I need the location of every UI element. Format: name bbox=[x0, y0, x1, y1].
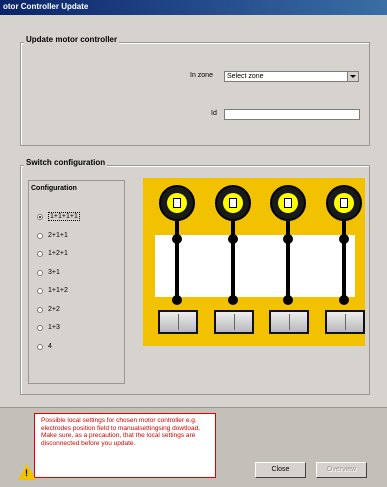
title-bar: otor Controller Update bbox=[0, 0, 387, 15]
update-button[interactable]: Overview bbox=[316, 462, 367, 478]
radio-button[interactable] bbox=[37, 251, 43, 257]
wheel-hub bbox=[229, 198, 237, 208]
switch-configuration-group-title: Switch configuration bbox=[24, 158, 108, 167]
radio-button[interactable] bbox=[37, 288, 43, 294]
diagram-white-panel bbox=[155, 235, 355, 297]
connector-dot bbox=[283, 234, 293, 244]
zone-label: In zone bbox=[190, 72, 213, 79]
warning-message: Possible local settings for chosen motor… bbox=[34, 413, 216, 478]
connector-dot bbox=[339, 234, 349, 244]
motor-wheel-icon bbox=[215, 185, 251, 221]
configuration-option-label: 2+2 bbox=[48, 305, 60, 313]
motor-rod bbox=[286, 220, 290, 302]
motor-rod bbox=[342, 220, 346, 302]
connector-dot bbox=[172, 295, 182, 305]
configuration-option-label: 3+1 bbox=[48, 268, 60, 276]
configuration-option-label: 1+1+2 bbox=[48, 287, 68, 294]
switch-icon[interactable] bbox=[325, 310, 365, 334]
wheel-hub bbox=[340, 198, 348, 208]
connector-dot bbox=[228, 295, 238, 305]
radio-button[interactable] bbox=[37, 306, 43, 313]
radio-button[interactable] bbox=[37, 214, 43, 220]
radio-button[interactable] bbox=[37, 343, 43, 350]
configuration-option-label: 1+2+1 bbox=[48, 250, 68, 257]
motor-wheel-icon bbox=[326, 185, 362, 221]
radio-button[interactable] bbox=[37, 325, 43, 331]
connector-dot bbox=[339, 295, 349, 305]
configuration-option-label: 1+3 bbox=[48, 324, 60, 331]
motor-switch-diagram bbox=[143, 178, 365, 346]
motor-rod bbox=[175, 220, 179, 302]
close-button[interactable]: Close bbox=[255, 462, 306, 478]
configuration-option-label: 1+1+1+1 bbox=[48, 212, 80, 221]
motor-rod bbox=[231, 220, 235, 302]
radio-button[interactable] bbox=[37, 232, 43, 239]
wheel-hub bbox=[173, 198, 181, 208]
connector-dot bbox=[283, 295, 293, 305]
switch-icon[interactable] bbox=[214, 310, 254, 334]
zone-select[interactable]: Select zone bbox=[224, 71, 359, 82]
configuration-title: Configuration bbox=[29, 185, 79, 192]
chevron-down-icon[interactable] bbox=[347, 72, 358, 81]
wheel-hub bbox=[284, 198, 292, 208]
warning-icon: ! bbox=[18, 464, 36, 480]
motor-wheel-icon bbox=[159, 185, 195, 221]
radio-button[interactable] bbox=[37, 269, 43, 276]
connector-dot bbox=[228, 234, 238, 244]
id-label: Id bbox=[211, 110, 217, 117]
configuration-option-label: 2+1+1 bbox=[48, 231, 68, 239]
motor-wheel-icon bbox=[270, 185, 306, 221]
switch-icon[interactable] bbox=[158, 310, 198, 334]
configuration-option-label: 4 bbox=[48, 342, 52, 350]
update-controller-group bbox=[20, 42, 370, 146]
zone-select-value: Select zone bbox=[227, 73, 264, 80]
switch-icon[interactable] bbox=[269, 310, 309, 334]
connector-dot bbox=[172, 234, 182, 244]
window-title: otor Controller Update bbox=[3, 2, 89, 11]
configuration-panel: Configuration 1+1+1+1 2+1+1 1+2+1 3+1 1+1+2 2… bbox=[28, 180, 125, 384]
id-field[interactable] bbox=[224, 109, 360, 120]
update-controller-group-title: Update motor controller bbox=[24, 35, 120, 44]
